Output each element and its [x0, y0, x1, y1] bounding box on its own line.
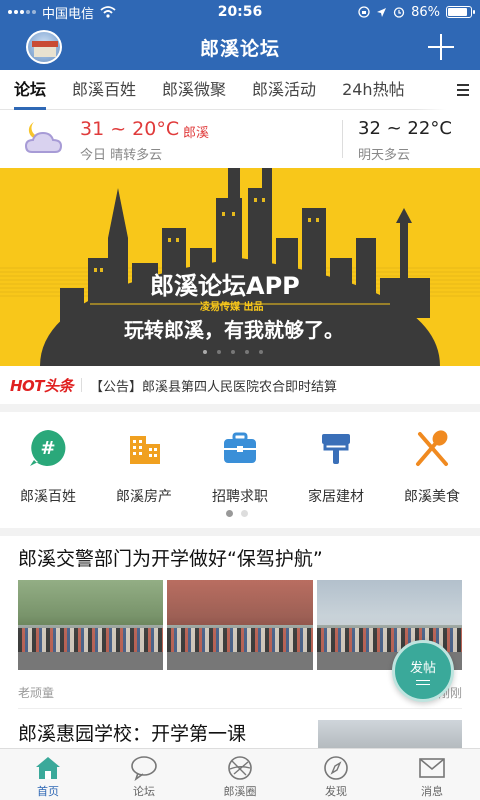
tab-langxi-gatherings[interactable]: 郎溪微聚	[162, 70, 226, 110]
partly-cloudy-night-icon	[24, 122, 63, 153]
compass-icon	[324, 756, 348, 780]
category-page-indicator	[226, 510, 248, 517]
headline-text[interactable]: 【公告】郎溪县第四人民医院农合即时结算	[90, 376, 337, 395]
nav-forum[interactable]: 论坛	[96, 749, 192, 800]
category-jobs[interactable]: 招聘求职	[192, 428, 288, 506]
post-feed: 郎溪交警部门为开学做好“保驾护航” 老顽童 刚刚 郎溪惠园学校：开学第一课	[0, 536, 480, 748]
post-thumbnail[interactable]	[318, 720, 462, 748]
category-langxi-citizens[interactable]: # 郎溪百姓	[0, 428, 96, 506]
location-icon	[377, 7, 387, 17]
banner-title: 郎溪论坛APP	[150, 272, 300, 300]
today-temperature: 31 ~ 20°C	[80, 118, 180, 140]
category-langxi-realestate[interactable]: 郎溪房产	[96, 428, 192, 506]
post-photo[interactable]	[167, 580, 313, 670]
envelope-icon	[419, 758, 445, 778]
status-bar: 中国电信 20:56 86%	[0, 0, 480, 24]
page-title: 郎溪论坛	[199, 37, 280, 60]
category-label: 家居建材	[308, 489, 364, 505]
home-icon	[36, 757, 60, 779]
channel-tabs: 论坛 郎溪百姓 郎溪微聚 郎溪活动 24h热帖	[0, 70, 480, 110]
building-icon	[130, 436, 160, 464]
headline-divider	[81, 378, 83, 392]
nav-label: 发现	[325, 785, 347, 798]
tab-langxi-events[interactable]: 郎溪活动	[252, 70, 316, 110]
nav-label: 郎溪圈	[223, 785, 257, 798]
nav-circle[interactable]: 郎溪圈	[192, 749, 288, 800]
brush-icon	[322, 434, 350, 464]
carrier-name: 中国电信	[42, 6, 95, 22]
signal-icon	[8, 10, 36, 14]
banner-page-indicator	[203, 350, 263, 354]
status-time: 20:56	[217, 4, 263, 20]
post-author[interactable]: 老顽童	[18, 684, 54, 701]
tab-fade	[416, 70, 446, 110]
weather-divider	[342, 120, 343, 158]
nav-label: 论坛	[133, 785, 155, 798]
briefcase-icon	[224, 432, 256, 463]
nav-label: 消息	[421, 785, 443, 798]
tomorrow-temperature: 32 ~ 22°C	[358, 118, 452, 139]
bottom-nav: 首页 论坛 郎溪圈 发现 消息	[0, 748, 480, 800]
rotation-lock-icon	[358, 6, 370, 18]
new-post-button[interactable]: 发帖	[392, 640, 454, 702]
post-photo[interactable]	[18, 580, 164, 670]
hot-headline-bar[interactable]: HOT头条 【公告】郎溪县第四人民医院农合即时结算	[0, 366, 480, 404]
hashtag-icon: #	[30, 430, 66, 466]
app-header: 郎溪论坛	[0, 24, 480, 70]
today-weather-desc: 今日 晴转多云	[80, 148, 163, 163]
battery-fill	[448, 8, 467, 16]
post-title[interactable]: 郎溪惠园学校：开学第一课	[18, 719, 246, 746]
battery-percent: 86%	[411, 4, 440, 20]
chat-bubble-icon	[131, 756, 157, 781]
nav-messages[interactable]: 消息	[384, 749, 480, 800]
category-label: 招聘求职	[212, 489, 268, 505]
category-label: 郎溪百姓	[20, 489, 76, 505]
banner-slogan: 玩转郎溪，有我就够了。	[124, 318, 344, 342]
category-food[interactable]: 郎溪美食	[384, 428, 480, 506]
forum-logo[interactable]	[26, 30, 62, 64]
weather-city: 郎溪	[183, 126, 210, 141]
nav-home[interactable]: 首页	[0, 749, 96, 800]
battery-icon	[446, 6, 475, 18]
utensils-icon	[416, 430, 448, 466]
hot-headline-logo: HOT头条	[10, 376, 74, 395]
nav-label: 首页	[37, 785, 59, 798]
tab-menu-button[interactable]	[446, 70, 480, 110]
category-label: 郎溪美食	[404, 489, 460, 505]
category-grid: # 郎溪百姓 郎溪房产 招聘求职 家居建材 郎溪美食	[0, 412, 480, 528]
category-label: 郎溪房产	[116, 489, 172, 505]
wifi-icon	[100, 6, 116, 18]
new-post-label: 发帖	[409, 661, 436, 676]
banner-subtitle: 凌易传媒 出品	[200, 302, 264, 313]
promo-banner[interactable]: 郎溪论坛APP 凌易传媒 出品 玩转郎溪，有我就够了。	[0, 168, 480, 366]
tab-langxi-citizens[interactable]: 郎溪百姓	[72, 70, 136, 110]
tab-24h-hot[interactable]: 24h热帖	[342, 70, 405, 110]
aperture-icon	[228, 756, 252, 780]
category-home-building[interactable]: 家居建材	[288, 428, 384, 506]
compose-icon	[416, 680, 430, 685]
status-left: 中国电信	[8, 3, 168, 22]
status-right: 86%	[312, 4, 475, 20]
feed-divider	[18, 708, 462, 709]
tomorrow-weather-desc: 明天多云	[358, 148, 411, 163]
tab-forum[interactable]: 论坛	[14, 70, 47, 110]
svg-text:#: #	[40, 438, 55, 459]
alarm-icon	[393, 7, 405, 18]
weather-panel[interactable]: 31 ~ 20°C 郎溪 今日 晴转多云 32 ~ 22°C 明天多云	[0, 110, 480, 168]
post-title[interactable]: 郎溪交警部门为开学做好“保驾护航”	[18, 544, 323, 571]
nav-discover[interactable]: 发现	[288, 749, 384, 800]
add-button[interactable]	[428, 34, 454, 60]
